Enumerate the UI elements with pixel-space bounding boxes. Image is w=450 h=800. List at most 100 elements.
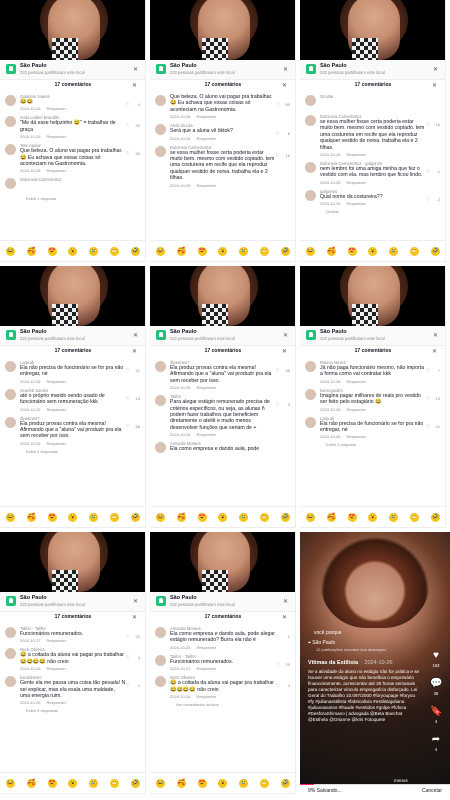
heart-icon[interactable]: ♡ (426, 122, 430, 128)
emoji-button[interactable]: 🥰 (176, 779, 186, 788)
close-icon[interactable]: ✕ (432, 348, 437, 355)
view-replies-link[interactable]: Ver comentários ocultos (150, 701, 295, 708)
view-replies-link[interactable]: Exibir 3 respostas (0, 448, 145, 455)
location-header[interactable]: São Paulo 222 pessoas partilharam este lo… (0, 592, 145, 612)
location-header[interactable]: São Paulo 222 pessoas partilharam este lo… (150, 592, 295, 612)
emoji-button[interactable]: 😍 (347, 513, 357, 522)
avatar[interactable] (155, 361, 166, 372)
avatar[interactable] (155, 654, 166, 666)
emoji-button[interactable]: 😂 (5, 513, 15, 522)
location-title[interactable]: São Paulo (20, 595, 47, 601)
close-icon[interactable]: ✕ (133, 598, 138, 605)
avatar[interactable] (5, 116, 16, 128)
emoji-button[interactable]: 😍 (347, 247, 357, 256)
video-thumbnail[interactable] (0, 266, 145, 326)
heart-icon[interactable]: ♡ (126, 396, 130, 402)
emoji-button[interactable]: 😁 (110, 513, 120, 522)
close-icon[interactable]: ✕ (132, 348, 137, 355)
heart-icon[interactable]: ♡ (426, 197, 430, 203)
bookmark-icon[interactable]: 🔖 (430, 706, 442, 718)
heart-icon[interactable]: ♡ (276, 662, 280, 668)
emoji-button[interactable]: 🥰 (176, 513, 186, 522)
close-icon[interactable]: ✕ (433, 66, 438, 73)
save-action[interactable]: 🔖 4 (428, 706, 444, 724)
emoji-button[interactable]: 🥰 (326, 513, 336, 522)
reply-button[interactable]: Responder (46, 700, 66, 705)
heart-icon[interactable]: ♡ (426, 368, 430, 374)
reply-button[interactable]: Responder (346, 201, 366, 206)
comment-list[interactable]: Amanda Moraes Ela como empresa e dando au… (150, 624, 295, 770)
reply-button[interactable]: Responder (46, 168, 66, 173)
location-title[interactable]: São Paulo (170, 63, 197, 69)
avatar[interactable] (305, 388, 316, 400)
avatar[interactable] (5, 388, 16, 400)
location-title[interactable]: São Paulo (20, 329, 47, 335)
emoji-button[interactable]: 😮 (368, 513, 378, 522)
avatar[interactable] (5, 648, 16, 660)
emoji-button[interactable]: 😁 (410, 513, 420, 522)
comment-list[interactable]: Que beleza. O aluno vai pagar pra trabal… (150, 92, 295, 238)
heart-icon[interactable]: ♡ (126, 123, 130, 129)
avatar[interactable] (155, 627, 166, 638)
video-location[interactable]: ⌖ São Paulo (308, 640, 335, 646)
emoji-button[interactable]: 🤣 (130, 779, 140, 788)
reply-button[interactable]: Responder (196, 114, 216, 119)
emoji-button[interactable]: 🤣 (430, 513, 440, 522)
emoji-quick-bar[interactable]: 😂 🥰 😍 😮 😢 😁 🤣 (150, 506, 295, 527)
reply-button[interactable]: Responder (46, 134, 66, 139)
view-replies-link[interactable]: Exibir 3 respostas (0, 707, 145, 714)
avatar[interactable] (155, 676, 166, 688)
heart-icon[interactable]: ♡ (276, 102, 280, 108)
avatar[interactable] (305, 361, 316, 372)
reply-button[interactable]: Responder (196, 385, 216, 390)
video-thumbnail[interactable] (300, 266, 445, 326)
video-thumbnail[interactable] (150, 532, 295, 592)
close-icon[interactable]: ✕ (433, 332, 438, 339)
share-icon[interactable]: ➦ (430, 734, 442, 746)
emoji-button[interactable]: 😂 (155, 247, 165, 256)
emoji-button[interactable]: 😢 (89, 247, 99, 256)
emoji-button[interactable]: 🤣 (130, 247, 140, 256)
emoji-button[interactable]: 🥰 (326, 247, 336, 256)
emoji-button[interactable]: 🥰 (26, 247, 36, 256)
emoji-button[interactable]: 😢 (389, 247, 399, 256)
emoji-quick-bar[interactable]: 😂 🥰 😍 😮 😢 😁 🤣 (0, 506, 145, 527)
avatar[interactable] (155, 124, 166, 136)
emoji-button[interactable]: 😍 (197, 779, 207, 788)
avatar[interactable] (5, 361, 16, 372)
emoji-button[interactable]: 😁 (260, 513, 270, 522)
heart-icon[interactable]: ♡ (276, 683, 280, 689)
close-icon[interactable]: ✕ (133, 332, 138, 339)
emoji-button[interactable]: 🤣 (130, 513, 140, 522)
reply-button[interactable]: Responder (346, 407, 366, 412)
emoji-button[interactable]: 😮 (218, 513, 228, 522)
heart-icon[interactable]: ♥ (430, 650, 442, 662)
emoji-button[interactable]: 😂 (305, 513, 315, 522)
emoji-button[interactable]: 😢 (239, 247, 249, 256)
emoji-button[interactable]: 😢 (239, 513, 249, 522)
location-header[interactable]: São Paulo 222 pessoas partilharam este lo… (0, 60, 145, 80)
avatar[interactable] (155, 95, 166, 106)
comment-icon[interactable]: 💬 (430, 678, 442, 690)
close-icon[interactable]: ✕ (283, 598, 288, 605)
reply-button[interactable]: Responder (196, 432, 216, 437)
emoji-button[interactable]: 😢 (389, 513, 399, 522)
emoji-button[interactable]: 😁 (110, 779, 120, 788)
heart-icon[interactable]: ♡ (426, 169, 430, 175)
comment-list[interactable]: Larpudi Ela não precisa de funcionário se… (0, 358, 145, 504)
view-replies-link[interactable]: Ocultar (300, 208, 445, 215)
emoji-button[interactable]: 😁 (260, 247, 270, 256)
emoji-button[interactable]: 🥰 (26, 779, 36, 788)
reply-button[interactable]: Responder (346, 434, 366, 439)
comment-list[interactable]: illyasmes? Ela produz provas contra ela m… (150, 358, 295, 504)
emoji-button[interactable]: 😮 (218, 247, 228, 256)
avatar[interactable] (305, 189, 316, 201)
avatar[interactable] (5, 676, 16, 688)
comment-username[interactable]: Ocultar (320, 94, 440, 99)
reply-button[interactable]: Responder (196, 694, 216, 699)
reply-button[interactable]: Responder (196, 183, 216, 188)
avatar[interactable] (5, 95, 16, 106)
video-author[interactable]: Vitimas da Estilista · 2024-10-26 (308, 660, 393, 666)
location-title[interactable]: São Paulo (170, 595, 197, 601)
emoji-button[interactable]: 😮 (68, 779, 78, 788)
